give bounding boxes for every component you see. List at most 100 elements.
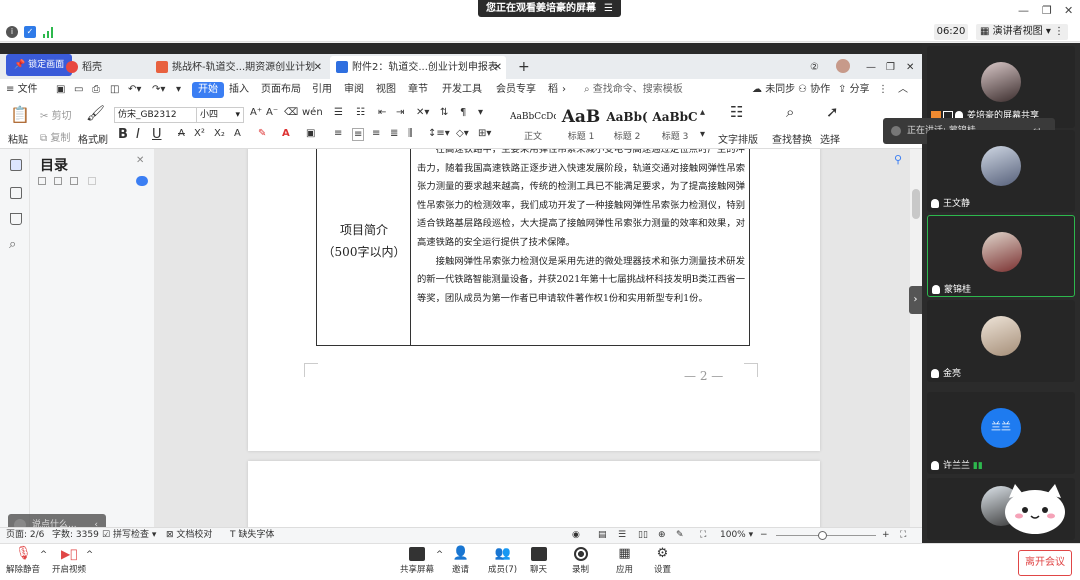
align-right-icon[interactable]: ≡ [372, 128, 380, 139]
menu-insert[interactable]: 插入 [229, 79, 249, 101]
document-page[interactable]: 项目简介 （500字以内） 在高速铁路中，主要采用弹性吊索来减小受电弓高速通过定… [248, 149, 820, 451]
spell-check-button[interactable]: ☑ 拼写检查 ▾ [102, 528, 156, 543]
tab-challenge-cup[interactable]: 挑战杯-轨道交...期资源创业计划 ✕ [150, 56, 326, 79]
ai-toc-icon[interactable] [136, 176, 148, 186]
participant-tile[interactable]: 姜培豪的屏幕共享 [927, 46, 1075, 128]
align-center-icon[interactable]: ≡ [352, 128, 365, 141]
close-icon[interactable]: ✕ [136, 155, 144, 166]
save-icon[interactable]: ▣ [56, 79, 65, 101]
new-tab-icon[interactable]: + [512, 56, 536, 79]
apps-button[interactable]: ▦ 应用 [616, 547, 633, 576]
zoom-level[interactable]: 100% ▾ [720, 528, 753, 543]
line-spacing-icon[interactable]: ↕≡▾ [428, 128, 450, 139]
more-icon[interactable]: ⋮ [1054, 26, 1064, 37]
style-heading-1[interactable]: AaB 标题 1 [558, 105, 604, 145]
text-layout-icon[interactable]: ☷ [730, 103, 743, 121]
share-screen-button[interactable]: 共享屏幕 [400, 547, 434, 575]
participant-tile[interactable]: 兰兰 许兰兰 ▮▮ [927, 392, 1075, 474]
select-button[interactable]: 选择 [820, 131, 840, 146]
clear-format-icon[interactable]: ⌫ [284, 107, 298, 118]
toc-level-icon[interactable] [70, 177, 78, 185]
word-count[interactable]: 字数: 3359 [52, 528, 99, 543]
close-icon[interactable]: ✕ [900, 56, 920, 79]
signal-icon[interactable] [42, 26, 54, 38]
reading-view-icon[interactable]: ▯▯ [638, 528, 648, 543]
close-icon[interactable]: ✕ [314, 56, 322, 79]
align-left-icon[interactable]: ≡ [334, 128, 342, 139]
find-replace-button[interactable]: 查找替换 [772, 131, 812, 146]
styles-scroll-up-icon[interactable]: ▴ [700, 107, 705, 118]
document-canvas[interactable]: 项目简介 （500字以内） 在高速铁路中，主要采用弹性吊索来减小受电弓高速通过定… [154, 149, 910, 527]
restore-icon[interactable]: ❐ [880, 56, 901, 79]
command-search[interactable]: ⌕ 查找命令、搜索模板 [584, 79, 683, 101]
style-heading-2[interactable]: AaBb( 标题 2 [604, 105, 650, 145]
collaborate-button[interactable]: ⚇ 协作 [798, 79, 830, 101]
proofread-button[interactable]: ⊠ 文档校对 [166, 528, 212, 543]
font-color-icon[interactable]: A [282, 128, 290, 139]
asian-layout-icon[interactable]: ✕▾ [416, 107, 429, 118]
chevron-up-icon[interactable]: ^ [86, 550, 93, 560]
increase-indent-icon[interactable]: ⇥ [396, 107, 404, 118]
toc-icon[interactable] [10, 159, 22, 171]
share-button[interactable]: ⇪ 分享 [838, 79, 870, 101]
fullscreen-icon[interactable]: ⛶ [900, 528, 906, 543]
menu-review[interactable]: 审阅 [344, 79, 364, 101]
file-menu[interactable]: ≡ 文件 [6, 79, 38, 101]
pen-icon[interactable]: ✎ [676, 528, 684, 543]
borders-icon[interactable]: ⊞▾ [478, 128, 491, 139]
chevron-up-icon[interactable]: ^ [436, 550, 443, 560]
panel-collapse-handle[interactable]: › [909, 286, 922, 314]
chapter-icon[interactable] [10, 187, 22, 199]
table-content-cell[interactable]: 在高速铁路中，主要采用弹性吊索来减小受电弓高速通过定位点时产生的冲击力，随着我国… [417, 149, 745, 308]
search-icon[interactable]: ⌕ [786, 103, 794, 121]
document-page[interactable] [248, 461, 820, 527]
subscript-icon[interactable]: X₂ [214, 128, 225, 139]
missing-font-button[interactable]: T 缺失字体 [230, 528, 274, 543]
styles-scroll-down-icon[interactable]: ▾ [700, 129, 705, 140]
decrease-indent-icon[interactable]: ⇤ [378, 107, 386, 118]
sync-status[interactable]: ☁ 未同步 [752, 79, 795, 101]
cursor-arrow-icon[interactable]: ➚ [826, 103, 839, 121]
underline-icon[interactable]: U [152, 127, 162, 142]
redo-icon[interactable]: ↷▾ [152, 79, 165, 101]
outline-view-icon[interactable]: ☰ [618, 528, 626, 543]
participant-tile[interactable]: 蒙锦桂 [927, 215, 1075, 297]
start-video-button[interactable]: ▶⃠ 开启视频 [52, 547, 86, 575]
scrollbar-thumb[interactable] [912, 189, 920, 219]
close-icon[interactable]: ✕ [494, 56, 502, 79]
more-icon[interactable]: ▾ [176, 79, 181, 101]
text-effect-icon[interactable]: A [234, 128, 241, 139]
paste-icon[interactable]: 📋 [10, 105, 30, 124]
menu-docer[interactable]: 稻 [548, 79, 558, 101]
chevron-right-icon[interactable]: › [562, 79, 566, 101]
menu-start[interactable]: 开始 [192, 82, 224, 98]
paste-button[interactable]: 粘贴 [8, 131, 28, 146]
security-shield-icon[interactable]: ✓ [24, 26, 36, 38]
eye-protect-icon[interactable]: ◉ [572, 528, 580, 543]
bullet-list-icon[interactable]: ☰ [334, 107, 343, 118]
participant-tile[interactable]: 王文静 [927, 130, 1075, 212]
shrink-font-icon[interactable]: A⁻ [266, 107, 278, 118]
font-size-select[interactable]: 小四 ▾ [196, 107, 244, 123]
grow-font-icon[interactable]: A⁺ [250, 107, 262, 118]
italic-icon[interactable]: I [136, 127, 140, 142]
presenter-view-button[interactable]: ▦ 演讲者视图 ▾ ⋮ [976, 24, 1069, 40]
leave-meeting-button[interactable]: 离开会议 [1018, 550, 1072, 576]
toc-add-icon[interactable] [88, 177, 96, 185]
cut-button[interactable]: ✂ 剪切 [40, 107, 72, 122]
page-indicator[interactable]: 页面: 2/6 [6, 528, 44, 543]
close-icon[interactable]: ✕ [1064, 4, 1073, 17]
sort-icon[interactable]: ⇅ [440, 107, 448, 118]
minimize-icon[interactable]: — [860, 56, 882, 79]
tab-application-form[interactable]: 附件2：轨道交...创业计划申报表 ✕ [330, 56, 506, 79]
vertical-scrollbar[interactable] [910, 149, 922, 527]
superscript-icon[interactable]: X² [194, 128, 205, 139]
numbered-list-icon[interactable]: ☷ [356, 107, 365, 118]
minimize-icon[interactable]: — [1018, 4, 1029, 17]
brush-icon[interactable]: 🖌 [86, 104, 105, 122]
menu-references[interactable]: 引用 [312, 79, 332, 101]
justify-icon[interactable]: ≣ [390, 128, 398, 139]
zoom-in-icon[interactable]: + [882, 528, 890, 543]
print-icon[interactable]: ⎙ [92, 79, 100, 101]
undo-icon[interactable]: ↶▾ [128, 79, 141, 101]
